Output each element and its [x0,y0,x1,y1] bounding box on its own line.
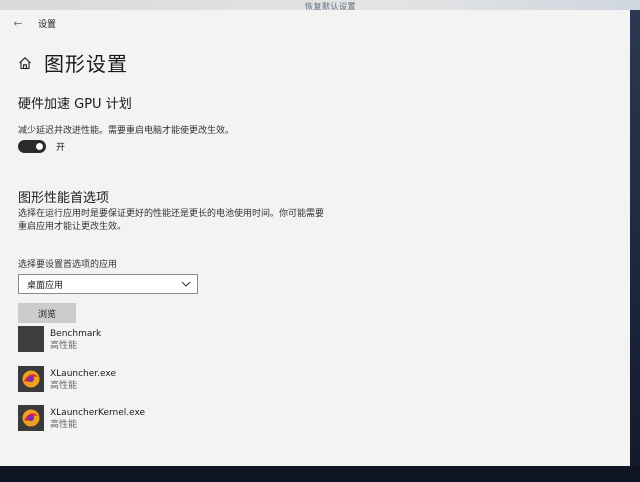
gpu-scheduling-toggle[interactable] [18,140,46,153]
back-button[interactable]: ← [8,17,28,30]
page-header: 图形设置 [18,48,128,77]
title-bar: ← 设置 [0,10,630,36]
xlauncher-icon [18,366,44,392]
gpu-scheduling-description: 减少延迟并改进性能。需要重启电脑才能使更改生效。 [18,126,235,136]
browse-button[interactable]: 浏览 [18,303,76,323]
app-list-item[interactable]: XLauncher.exe 高性能 [18,366,116,392]
back-arrow-icon: ← [13,16,23,30]
home-icon[interactable] [18,56,32,70]
app-name: Benchmark [50,329,102,339]
app-list-item[interactable]: XLauncherKernel.exe 高性能 [18,405,145,431]
settings-window: ← 设置 图形设置 硬件加速 GPU 计划 减少延迟并改进性能。需要重启电脑才能… [0,10,630,466]
blank-app-icon [18,326,44,352]
app-preference: 高性能 [50,381,78,391]
background-right-edge [630,10,640,482]
gpu-scheduling-heading: 硬件加速 GPU 计划 [18,97,132,112]
page-title: 图形设置 [44,52,128,76]
gpu-toggle-row: 开 [18,140,65,153]
window-title: 设置 [38,19,57,30]
background-bottom-edge [0,466,640,482]
app-type-dropdown[interactable]: 桌面应用 [18,274,198,294]
toggle-knob [36,143,43,150]
graphics-performance-description: 选择在运行应用时是要保证更好的性能还是更长的电池使用时间。你可能需要重启应用才能… [18,209,325,232]
toggle-state-label: 开 [56,143,66,153]
app-name: XLauncherKernel.exe [50,408,146,418]
chevron-down-icon [181,280,191,291]
app-type-selected-value: 桌面应用 [27,280,64,291]
app-type-select-label: 选择要设置首选项的应用 [18,260,118,270]
app-preference: 高性能 [50,420,78,430]
graphics-performance-heading: 图形性能首选项 [18,191,110,206]
app-name: XLauncher.exe [50,369,116,379]
xlauncher-icon [18,405,44,431]
app-list-item[interactable]: Benchmark 高性能 [18,326,101,352]
app-preference: 高性能 [50,341,78,351]
